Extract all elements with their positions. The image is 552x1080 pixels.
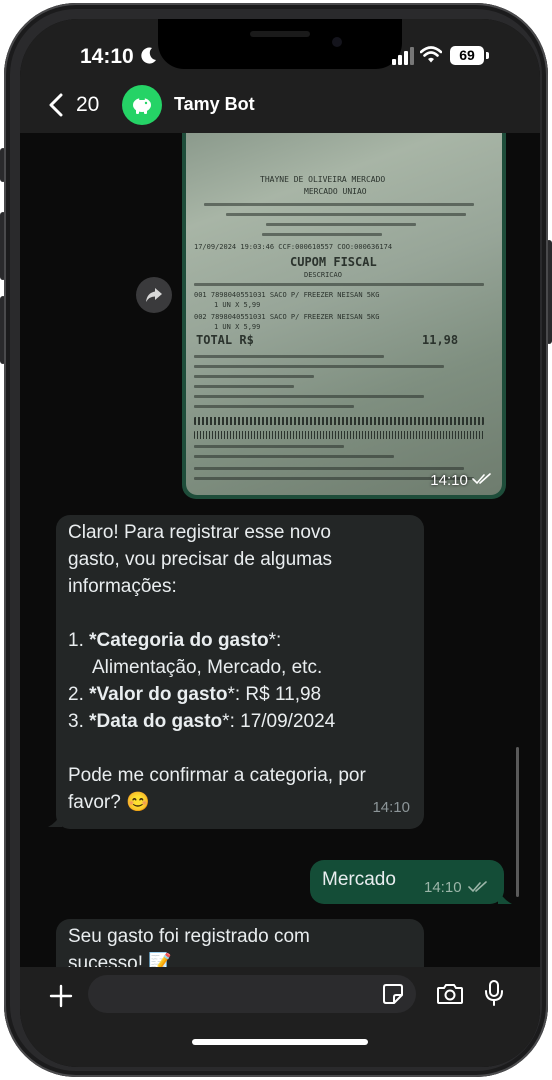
receipt-title: CUPOM FISCAL (290, 255, 377, 269)
list-number: 3. (68, 711, 84, 732)
receipt-item-1: 001 7898040551031 SACO P/ FREEZER NEISAN… (194, 291, 380, 299)
message-line: Seu gasto foi registrado com (68, 926, 310, 947)
receipt-date: 17/09/2024 19:03:46 CCF:000610557 COO:00… (194, 243, 393, 251)
message-line: favor? 😊 (68, 792, 150, 813)
phone-frame: 14:10 69 20 Tamy Bot THAYNE DE OLIVEIRA … (4, 3, 548, 1077)
receipt-item-2: 002 7898040551031 SACO P/ FREEZER NEISAN… (194, 313, 380, 321)
list-detail: Alimentação, Mercado, etc. (92, 657, 323, 678)
speaker (250, 31, 310, 37)
receipt-photo[interactable]: THAYNE DE OLIVEIRA MERCADO MERCADO UNIAO… (186, 133, 502, 495)
receipt-line (194, 417, 484, 425)
scrollbar[interactable] (516, 747, 519, 897)
receipt-line (226, 213, 466, 216)
chat-header: 20 Tamy Bot (20, 77, 540, 133)
plus-icon[interactable] (48, 983, 74, 1009)
receipt-line (204, 203, 474, 206)
status-time: 14:10 (80, 45, 134, 68)
message-line: informações: (68, 576, 177, 597)
receipt-line (194, 355, 384, 358)
user-message[interactable]: Mercado 14:10 (310, 860, 504, 904)
message-line: sucesso! 📝 (68, 953, 172, 967)
signal-icon (392, 47, 414, 65)
receipt-line (194, 405, 354, 408)
list-item: 2. *Valor do gasto*: R$ 11,98 (68, 681, 412, 708)
message-line: Claro! Para registrar esse novo (68, 522, 331, 543)
receipt-desc: DESCRICAO (304, 271, 342, 279)
list-value: *: 17/09/2024 (222, 711, 336, 732)
message-time: 14:10 (424, 879, 462, 896)
receipt-line (194, 395, 424, 398)
message-text: Mercado (322, 869, 396, 890)
sticker-icon[interactable] (382, 983, 404, 1005)
receipt-line (194, 385, 294, 388)
battery-tip (486, 52, 489, 59)
list-label: *Valor do gasto (89, 684, 228, 705)
message-time: 14:10 (372, 799, 410, 816)
double-check-icon (472, 473, 491, 485)
avatar[interactable] (122, 85, 162, 125)
contact-name[interactable]: Tamy Bot (174, 94, 255, 115)
receipt-line (194, 455, 394, 458)
list-item: 1. *Categoria do gasto*: (68, 627, 412, 654)
receipt-line (194, 283, 484, 286)
microphone-icon[interactable] (484, 979, 504, 1007)
chevron-left-icon[interactable] (48, 93, 64, 117)
receipt-item-2-qty: 1 UN X 5,99 (214, 323, 261, 331)
screen: 14:10 69 20 Tamy Bot THAYNE DE OLIVEIRA … (20, 19, 540, 1067)
list-number: 2. (68, 684, 84, 705)
receipt-line (194, 431, 484, 439)
message-line: Pode me confirmar a categoria, por (68, 765, 366, 786)
camera-icon[interactable] (436, 982, 464, 1006)
receipt-store: THAYNE DE OLIVEIRA MERCADO (260, 175, 386, 184)
receipt-line (194, 375, 314, 378)
list-number: 1. (68, 630, 84, 651)
dynamic-island (158, 19, 402, 69)
list-label: *Categoria do gasto (89, 630, 269, 651)
receipt-item-1-qty: 1 UN X 5,99 (214, 301, 261, 309)
bot-message[interactable]: Seu gasto foi registrado com sucesso! 📝 (56, 919, 424, 967)
list-label: *Data do gasto (89, 711, 223, 732)
receipt-total-value: 11,98 (422, 333, 459, 347)
battery-icon: 69 (450, 46, 484, 65)
receipt-line (262, 233, 382, 236)
list-item: 3. *Data do gasto*: 17/09/2024 (68, 708, 412, 735)
message-input[interactable] (88, 975, 416, 1013)
input-bar (20, 967, 540, 1067)
image-message[interactable]: THAYNE DE OLIVEIRA MERCADO MERCADO UNIAO… (182, 133, 506, 499)
receipt-total-label: TOTAL R$ (196, 333, 254, 347)
message-time: 14:10 (430, 472, 492, 489)
message-line: gasto, vou precisar de algumas (68, 549, 333, 570)
list-value: *: (268, 630, 282, 651)
chat-area[interactable]: THAYNE DE OLIVEIRA MERCADO MERCADO UNIAO… (20, 133, 540, 967)
double-check-icon (468, 881, 487, 893)
wifi-icon (420, 46, 442, 63)
receipt-line (194, 445, 344, 448)
receipt-subtitle: MERCADO UNIAO (304, 187, 367, 196)
receipt-line (194, 365, 444, 368)
moon-icon (141, 47, 156, 64)
receipt-line (266, 223, 416, 226)
receipt-line (194, 467, 464, 470)
forward-icon (146, 288, 162, 302)
forward-button[interactable] (136, 277, 172, 313)
list-value: *: R$ 11,98 (227, 684, 322, 705)
bot-message[interactable]: Claro! Para registrar esse novo gasto, v… (56, 515, 424, 829)
piggy-bank-icon (133, 98, 151, 114)
front-camera (332, 37, 342, 47)
image-time: 14:10 (430, 472, 468, 489)
unread-count[interactable]: 20 (76, 93, 99, 117)
home-indicator[interactable] (192, 1039, 368, 1045)
